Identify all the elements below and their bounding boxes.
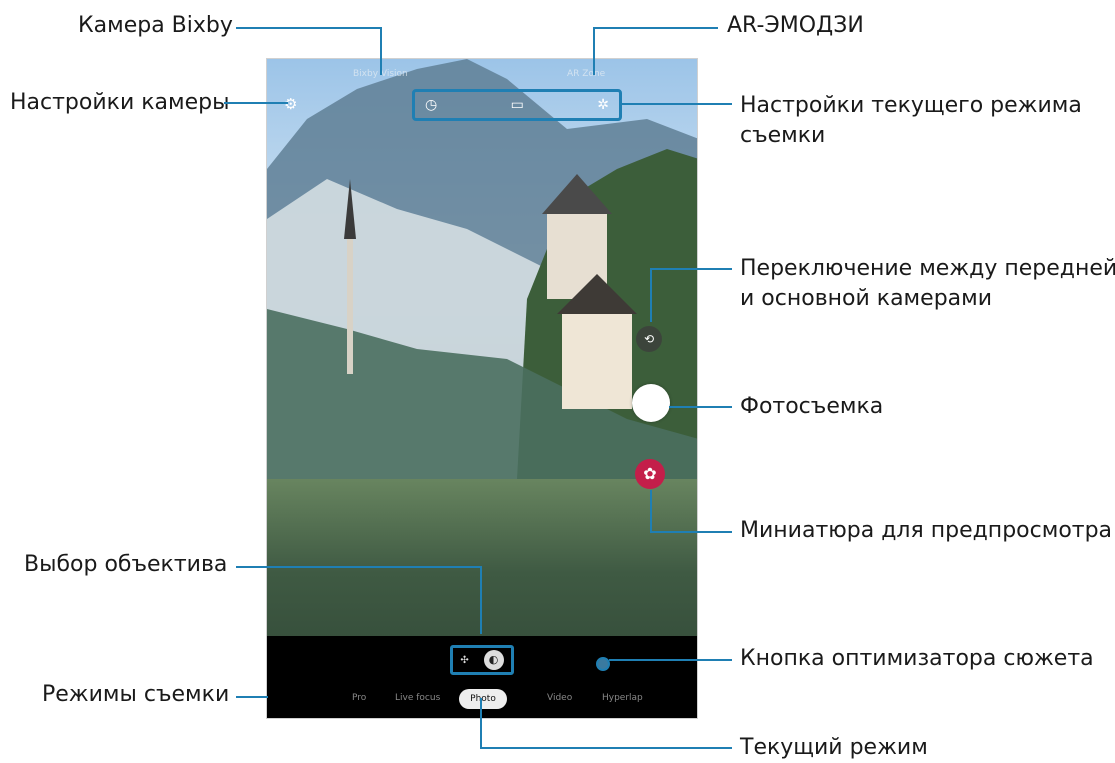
ar-emoji-label: AR-ЭМОДЗИ [727,13,864,38]
optimizer-label: Кнопка оптимизатора сюжета [740,646,1094,671]
mode-item[interactable]: Hyperlap [602,693,643,703]
leader-line [669,406,732,408]
shutter-button[interactable] [632,384,670,422]
modes-label: Режимы съемки [42,682,230,707]
leader-line [593,27,718,29]
standard-lens-icon[interactable]: ◐ [483,650,504,670]
leader-line [480,566,482,634]
leader-line [650,531,732,533]
current-mode-button[interactable]: Photo [459,689,507,709]
leader-line [621,103,732,105]
leader-line [480,747,732,749]
scene-optimizer-button[interactable] [596,657,610,671]
gallery-thumbnail-icon[interactable]: ✿ [635,459,665,489]
leader-line [593,27,595,75]
lens-label: Выбор объектива [24,552,228,577]
effects-icon[interactable]: ✲ [597,98,609,112]
wide-lens-icon[interactable]: ✣ [460,655,468,666]
leader-line [236,27,382,29]
leader-line [236,566,482,568]
leader-line [380,27,382,75]
mode-item[interactable]: Pro [352,693,366,703]
switch-label-2: и основной камерами [740,286,993,311]
camera-viewfinder[interactable]: Bixby Vision AR Zone ⚙ ◷ ▭ ✲ ⟲ ✿ ✣ ◐ Pro… [266,58,698,719]
bottom-controls: ✣ ◐ Pro Live focus Photo Video Hyperlap [267,636,697,718]
leader-line [650,490,652,532]
bixby-camera-label: Камера Bixby [78,13,233,38]
shoot-label: Фотосъемка [740,394,884,419]
timer-icon[interactable]: ◷ [425,98,437,112]
lens-selector[interactable]: ✣ ◐ [450,645,514,675]
leader-line [224,102,288,104]
ar-zone-status-text[interactable]: AR Zone [567,69,605,79]
current-mode-label: Текущий режим [740,735,928,760]
camera-switch-icon[interactable]: ⟲ [636,326,662,352]
leader-line [650,268,652,322]
camera-settings-label: Настройки камеры [10,90,230,115]
mode-item[interactable]: Live focus [395,693,440,703]
mode-settings-label-1: Настройки текущего режима [740,93,1082,118]
leader-line [650,268,732,270]
mode-settings-label-2: съемки [740,123,826,148]
mode-item[interactable]: Video [547,693,572,703]
gear-icon[interactable]: ⚙ [284,95,297,113]
ratio-icon[interactable]: ▭ [511,98,524,112]
thumbnail-label: Миниатюра для предпросмотра [740,518,1113,543]
landscape-image [267,59,697,479]
mode-list: Pro Live focus Photo Video Hyperlap [267,689,697,711]
leader-line [480,698,482,748]
leader-line [236,696,268,698]
mode-settings-bar: ◷ ▭ ✲ [412,89,622,121]
leader-line [609,659,732,661]
switch-label-1: Переключение между передней [740,256,1115,281]
